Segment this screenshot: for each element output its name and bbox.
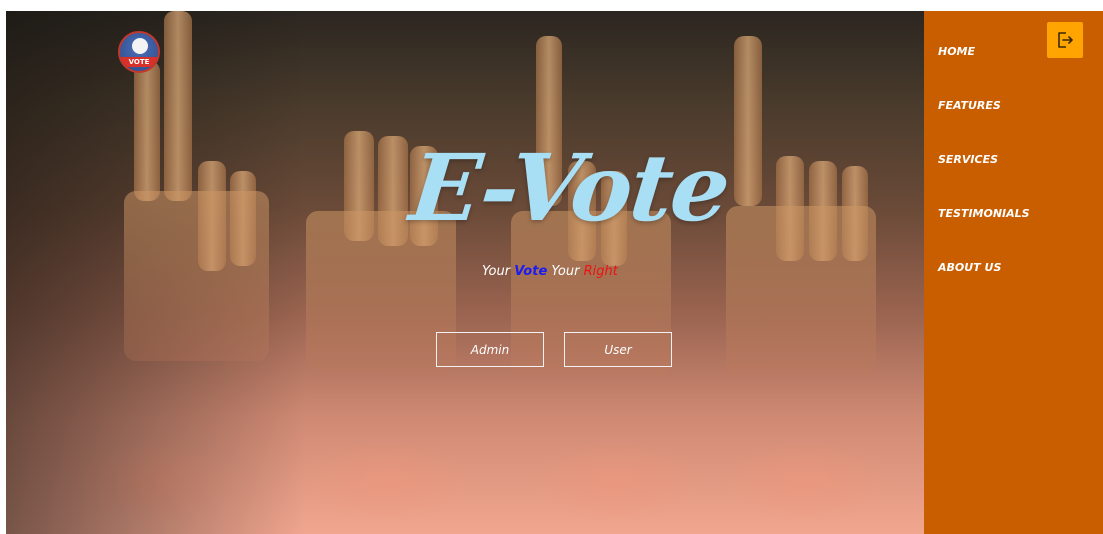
tagline-part: Your xyxy=(547,264,584,279)
tagline: Your Vote Your Right xyxy=(482,261,618,283)
nav-item-about-us[interactable]: ABOUT US xyxy=(938,259,1030,313)
brand-title: E-Vote xyxy=(405,134,734,242)
logout-icon xyxy=(1058,32,1073,48)
tagline-right: Right xyxy=(583,264,618,279)
admin-button[interactable]: Admin xyxy=(436,332,544,367)
tagline-vote: Vote xyxy=(514,264,548,279)
tagline-part: Your xyxy=(482,264,515,279)
sidebar: HOME FEATURES SERVICES TESTIMONIALS ABOU… xyxy=(924,11,1103,534)
logout-button[interactable] xyxy=(1047,22,1083,58)
user-button[interactable]: User xyxy=(564,332,672,367)
hero-section: VOTE E-Vote Your Vote Your Right Admin U… xyxy=(6,11,924,534)
logo-text: VOTE xyxy=(120,57,158,67)
nav-item-testimonials[interactable]: TESTIMONIALS xyxy=(938,205,1030,259)
fist-icon xyxy=(132,38,148,54)
app-frame: VOTE E-Vote Your Vote Your Right Admin U… xyxy=(6,11,1103,534)
nav-item-services[interactable]: SERVICES xyxy=(938,151,1030,205)
sidebar-nav: HOME FEATURES SERVICES TESTIMONIALS ABOU… xyxy=(938,43,1030,313)
nav-item-home[interactable]: HOME xyxy=(938,43,1030,97)
nav-item-features[interactable]: FEATURES xyxy=(938,97,1030,151)
vote-logo[interactable]: VOTE xyxy=(118,31,160,73)
